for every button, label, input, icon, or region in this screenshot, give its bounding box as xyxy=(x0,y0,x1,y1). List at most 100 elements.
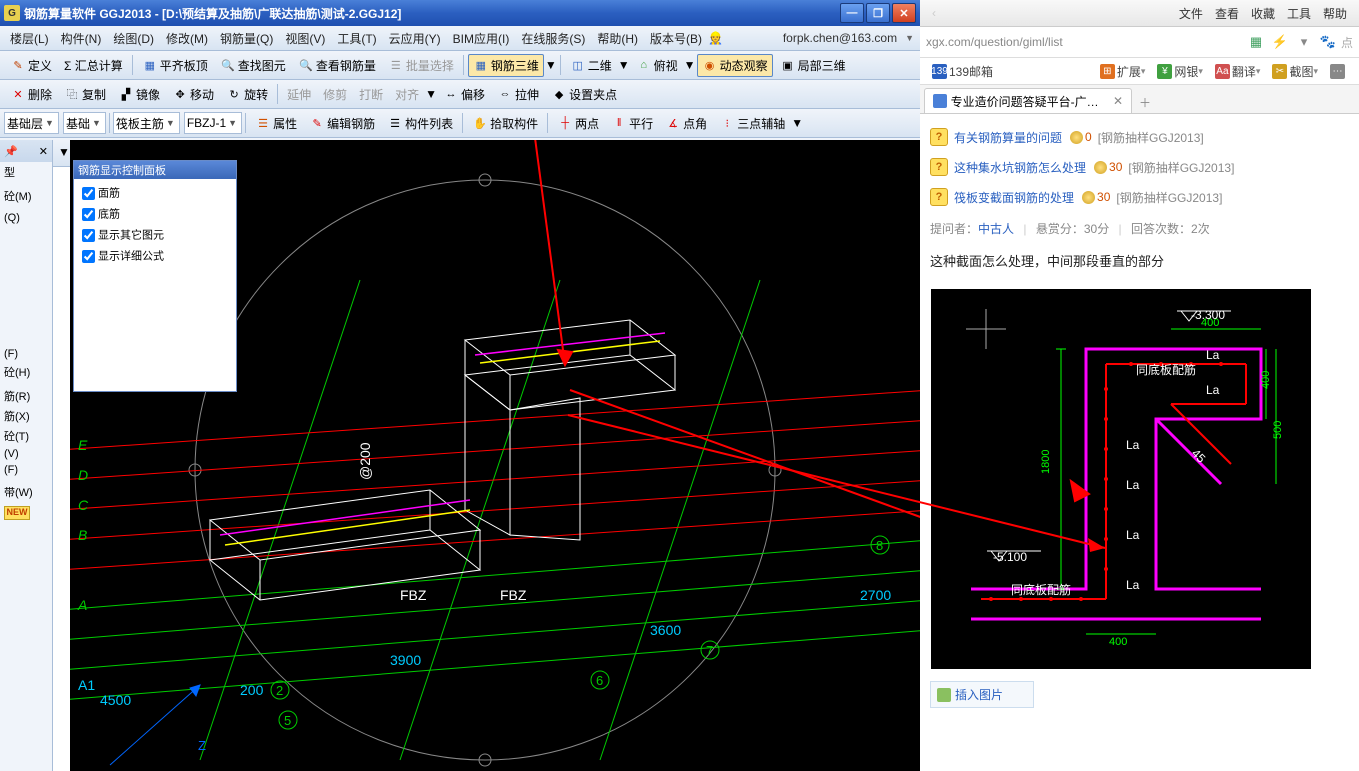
chevron-down-icon[interactable]: ▼ xyxy=(903,33,916,43)
close-tab-icon[interactable]: ✕ xyxy=(1113,94,1123,108)
maximize-button[interactable]: ❐ xyxy=(866,3,890,23)
view-2d-button[interactable]: ◫二维 xyxy=(565,54,617,77)
pin-icon[interactable]: 📌 xyxy=(4,145,18,158)
dock-item[interactable]: 砼(H) xyxy=(0,362,52,382)
batch-select-button[interactable]: ☰批量选择 xyxy=(383,54,459,77)
qr-icon[interactable]: ▦ xyxy=(1247,33,1265,51)
chk-bottom-rebar[interactable]: 底筋 xyxy=(78,204,232,225)
hardhat-icon[interactable]: 👷 xyxy=(708,31,723,45)
menu-floor[interactable]: 楼层(L) xyxy=(4,28,55,49)
rotate-button[interactable]: ↻旋转 xyxy=(221,83,273,106)
ext-bank[interactable]: ¥网银▾ xyxy=(1157,63,1203,80)
define-button[interactable]: ✎定义 xyxy=(5,54,57,77)
bmenu-tools[interactable]: 工具 xyxy=(1287,5,1311,22)
menu-tools[interactable]: 工具(T) xyxy=(331,28,382,49)
bmenu-help[interactable]: 帮助 xyxy=(1323,5,1347,22)
category-select[interactable]: 基础▼ xyxy=(63,112,106,134)
chevron-down-icon[interactable]: ▼ xyxy=(684,58,696,72)
dock-item[interactable]: 筋(X) xyxy=(0,406,52,426)
checkbox[interactable] xyxy=(82,250,95,263)
chevron-down-icon[interactable]: ▾ xyxy=(1295,33,1313,51)
bmenu-file[interactable]: 文件 xyxy=(1179,5,1203,22)
layer-select[interactable]: 基础层▼ xyxy=(4,112,59,134)
ext-expand[interactable]: ⊞扩展▾ xyxy=(1100,63,1146,80)
panel-title[interactable]: 钢筋显示控制面板 xyxy=(74,161,236,179)
chevron-down-icon[interactable]: ▼ xyxy=(425,87,437,101)
dock-item[interactable]: 筋(R) xyxy=(0,386,52,406)
page-content[interactable]: ? 有关钢筋算量的问题 0 [钢筋抽样GGJ2013] ? 这种集水坑钢筋怎么处… xyxy=(920,114,1359,771)
rebar-display-panel[interactable]: 钢筋显示控制面板 面筋 底筋 显示其它图元 显示详细公式 xyxy=(73,160,237,392)
dock-item[interactable]: 带(W) xyxy=(0,482,52,502)
menu-cloud[interactable]: 云应用(Y) xyxy=(383,28,447,49)
dock-item[interactable]: 砼(M) xyxy=(0,186,52,206)
extend-button[interactable]: 延伸 xyxy=(282,83,316,106)
menu-help[interactable]: 帮助(H) xyxy=(591,28,644,49)
edit-rebar-button[interactable]: ✎编辑钢筋 xyxy=(304,112,380,135)
question-link[interactable]: 有关钢筋算量的问题 xyxy=(954,129,1062,146)
menu-component[interactable]: 构件(N) xyxy=(55,28,108,49)
dock-item[interactable]: (V) xyxy=(0,446,52,462)
component-list-button[interactable]: ☰构件列表 xyxy=(382,112,458,135)
dock-item[interactable]: (F) xyxy=(0,346,52,362)
dock-item[interactable]: 砼(T) xyxy=(0,426,52,446)
chevron-down-icon[interactable]: ▼ xyxy=(618,58,630,72)
menu-view[interactable]: 视图(V) xyxy=(279,28,331,49)
ext-139mail[interactable]: 139139邮箱 xyxy=(932,63,993,80)
chevron-down-icon[interactable]: ▼ xyxy=(545,58,557,72)
origin-button[interactable]: ◆设置夹点 xyxy=(546,83,622,106)
chevron-left-icon[interactable]: ‹ xyxy=(932,6,936,20)
rebar-3d-button[interactable]: ▦钢筋三维 xyxy=(468,54,544,77)
chevron-down-icon[interactable]: ▼ xyxy=(791,116,803,130)
chk-formula[interactable]: 显示详细公式 xyxy=(78,246,232,267)
subcat-select[interactable]: 筏板主筋▼ xyxy=(113,112,180,134)
copy-button[interactable]: ⿻复制 xyxy=(59,83,111,106)
code-select[interactable]: FBZJ-1▼ xyxy=(184,112,242,134)
orbit-button[interactable]: ◉动态观察 xyxy=(697,54,773,77)
split-button[interactable]: 打断 xyxy=(354,83,388,106)
stretch-button[interactable]: ⇔拉伸 xyxy=(492,83,544,106)
three-aux-button[interactable]: ⁝三点辅轴 xyxy=(714,112,790,135)
menu-draw[interactable]: 绘图(D) xyxy=(107,28,160,49)
bmenu-fav[interactable]: 收藏 xyxy=(1251,5,1275,22)
model-viewport[interactable]: ED CB A 2 6 7 5 8 @200 FBZ FBZ 4500 A1 2… xyxy=(70,140,920,771)
checkbox[interactable] xyxy=(82,187,95,200)
menu-online[interactable]: 在线服务(S) xyxy=(515,28,591,49)
offset-button[interactable]: ↔偏移 xyxy=(438,83,490,106)
move-button[interactable]: ✥移动 xyxy=(167,83,219,106)
paw-icon[interactable]: 🐾 xyxy=(1319,33,1337,51)
asker-link[interactable]: 中古人 xyxy=(978,222,1014,236)
dock-header[interactable]: 📌 ✕ xyxy=(0,140,52,162)
insert-image-button[interactable]: 插入图片 xyxy=(930,681,1034,708)
lightning-icon[interactable]: ⚡ xyxy=(1271,33,1289,51)
trim-button[interactable]: 修剪 xyxy=(318,83,352,106)
checkbox[interactable] xyxy=(82,229,95,242)
close-dock-icon[interactable]: ✕ xyxy=(39,145,48,158)
find-element-button[interactable]: 🔍查找图元 xyxy=(215,54,291,77)
local-3d-button[interactable]: ▣局部三维 xyxy=(775,54,851,77)
menu-modify[interactable]: 修改(M) xyxy=(160,28,214,49)
question-link[interactable]: 这种集水坑钢筋怎么处理 xyxy=(954,159,1086,176)
chk-top-rebar[interactable]: 面筋 xyxy=(78,183,232,204)
bmenu-view[interactable]: 查看 xyxy=(1215,5,1239,22)
ext-translate[interactable]: Aa翻译▾ xyxy=(1215,63,1261,80)
menu-bim[interactable]: BIM应用(I) xyxy=(447,28,516,49)
two-point-button[interactable]: ┼两点 xyxy=(552,112,604,135)
pick-angle-button[interactable]: ∡点角 xyxy=(660,112,712,135)
top-view-button[interactable]: ⌂俯视 xyxy=(631,54,683,77)
menu-version[interactable]: 版本号(B) xyxy=(644,28,708,49)
attr-button[interactable]: ☰属性 xyxy=(250,112,302,135)
pick-component-button[interactable]: ✋拾取构件 xyxy=(467,112,543,135)
menu-rebar[interactable]: 钢筋量(Q) xyxy=(214,28,279,49)
dock-item[interactable]: (Q) xyxy=(0,210,52,226)
mirror-button[interactable]: ▞镜像 xyxy=(113,83,165,106)
align-button[interactable]: 对齐 xyxy=(390,83,424,106)
view-rebar-button[interactable]: 🔍查看钢筋量 xyxy=(293,54,381,77)
checkbox[interactable] xyxy=(82,208,95,221)
ext-screenshot[interactable]: ✂截图▾ xyxy=(1272,63,1318,80)
delete-button[interactable]: ✕删除 xyxy=(5,83,57,106)
address-bar[interactable]: xgx.com/question/giml/list ▦ ⚡ ▾ 🐾 点 xyxy=(920,27,1359,58)
flat-slab-button[interactable]: ▦平齐板顶 xyxy=(137,54,213,77)
close-button[interactable]: ✕ xyxy=(892,3,916,23)
parallel-button[interactable]: ‖平行 xyxy=(606,112,658,135)
chevron-down-icon[interactable]: ▼ xyxy=(58,145,70,159)
